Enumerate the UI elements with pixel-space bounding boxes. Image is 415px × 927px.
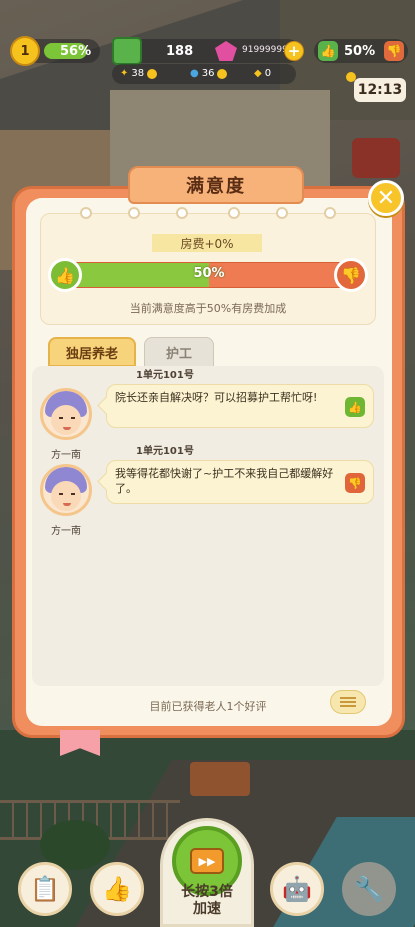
tab-living-alone[interactable]: 独居养老: [48, 337, 136, 367]
binder-ring: [80, 207, 92, 219]
list-icon: [340, 697, 356, 699]
avatar: [40, 464, 92, 516]
thumbs-down-icon: 👎: [334, 258, 368, 292]
satisfaction-percent: 50%: [193, 266, 225, 281]
task-list-button[interactable]: 📋: [18, 862, 72, 916]
build-tools-button[interactable]: 🔧: [342, 862, 396, 916]
rating-percent: 50%: [344, 43, 376, 59]
wood-resource: ✦ 38: [120, 68, 158, 79]
cash-icon: [112, 37, 142, 65]
binder-ring: [324, 207, 336, 219]
speech-bubble: 院长还亲自解决呀？可以招募护工帮忙呀! 👍: [106, 384, 374, 428]
avatar: [40, 388, 92, 440]
special-resource: ◆ 0: [254, 68, 271, 79]
level-number: 1: [20, 43, 30, 59]
pill-icon: ◆: [254, 68, 262, 79]
thumbs-down-icon: 👎: [384, 41, 404, 61]
resource-bar: ✦ 38 ● 36 ◆ 0: [112, 64, 296, 84]
message-text: 我等得花都快谢了~护工不来我自己都缓解好了。: [115, 467, 334, 495]
rating-bar: 👍 50% 👎: [314, 39, 408, 63]
binder-ring: [276, 207, 288, 219]
water-drop-icon: ●: [190, 68, 199, 79]
wrench-icon: 🔧: [354, 875, 384, 903]
clipboard-icon: 📋: [30, 875, 60, 903]
feedback-list[interactable]: 1单元101号 方一南 院长还亲自解决呀？可以招募护工帮忙呀! 👍 1单元101…: [32, 366, 384, 686]
binder-ring: [176, 207, 188, 219]
room-number: 1单元101号: [136, 370, 194, 381]
list-item: 1单元101号 方一南 院长还亲自解决呀？可以招募护工帮忙呀! 👍: [32, 370, 384, 461]
hammer-icon: ✦: [120, 68, 129, 79]
message-text: 院长还亲自解决呀？可以招募护工帮忙呀!: [115, 391, 318, 404]
robot-icon: 🤖: [282, 875, 312, 903]
currency-bar: 188 91999999 +: [112, 37, 304, 65]
add-water-icon[interactable]: [217, 68, 228, 79]
list-menu-button[interactable]: [330, 690, 366, 714]
close-icon: ✕: [376, 185, 396, 211]
thumbs-up-icon: 👍: [318, 41, 338, 61]
fast-forward-tv-icon: ▶▶: [190, 848, 224, 874]
bonus-note: 当前满意度高于50%有房费加成: [129, 302, 287, 315]
close-button[interactable]: ✕: [368, 180, 404, 216]
binder-ring: [128, 207, 140, 219]
game-clock: 12:13: [354, 78, 406, 102]
reviews-button[interactable]: 👍: [90, 862, 144, 916]
thumbs-up-icon: 👍: [102, 875, 132, 903]
speed-up-label: 长按3倍 加速: [181, 884, 233, 917]
modal-title: 满意度: [128, 166, 304, 204]
binder-ring: [228, 207, 240, 219]
gem-icon: [215, 41, 237, 61]
tab-caregiver[interactable]: 护工: [144, 337, 214, 367]
special-amount: 0: [264, 68, 272, 79]
wood-amount: 38: [131, 68, 145, 79]
xp-percent: 56%: [60, 43, 92, 59]
thumbs-down-icon: 👎: [345, 473, 365, 493]
gem-amount: 91999999: [242, 45, 288, 55]
speech-bubble: 我等得花都快谢了~护工不来我自己都缓解好了。 👎: [106, 460, 374, 504]
add-wood-icon[interactable]: [147, 68, 158, 79]
thumbs-up-icon: 👍: [345, 397, 365, 417]
add-gems-button[interactable]: +: [284, 41, 304, 61]
robot-button[interactable]: 🤖: [270, 862, 324, 916]
level-star-badge[interactable]: 1: [10, 36, 40, 66]
resident-name: 方一南: [51, 526, 81, 537]
cash-amount: 188: [166, 43, 194, 59]
rent-bonus-label: 房费+0%: [152, 234, 262, 252]
thumbs-up-icon: 👍: [48, 258, 82, 292]
room-number: 1单元101号: [136, 446, 194, 457]
water-resource: ● 36: [190, 68, 228, 79]
water-amount: 36: [201, 68, 215, 79]
list-item: 1单元101号 方一南 我等得花都快谢了~护工不来我自己都缓解好了。 👎: [32, 446, 384, 537]
